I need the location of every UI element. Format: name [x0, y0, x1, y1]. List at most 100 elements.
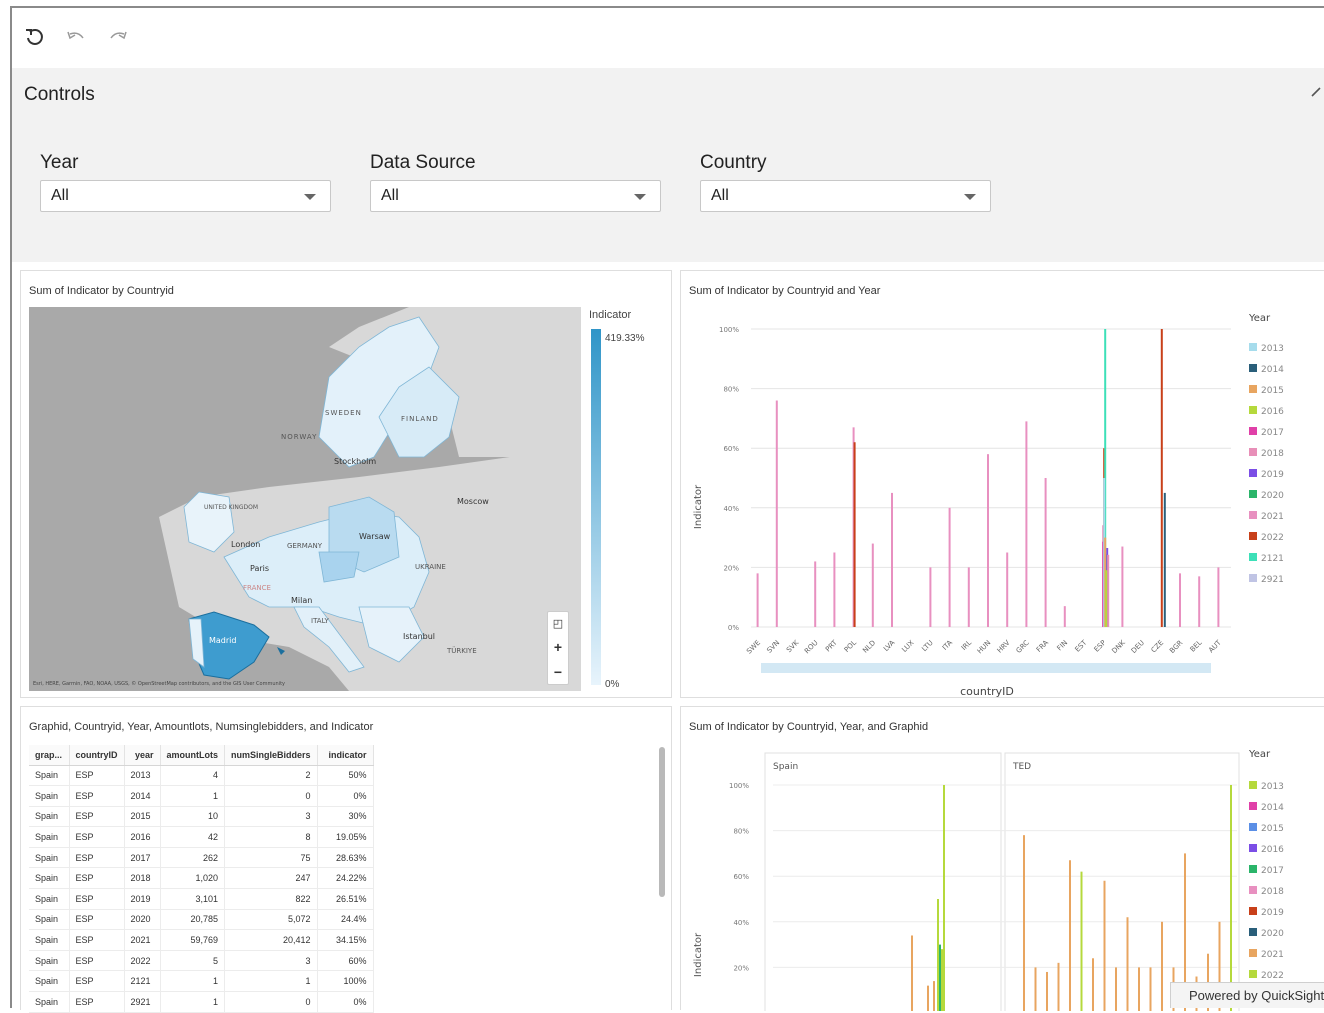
bar-chart[interactable]: 0% 20% 40% 60% 80% 100% Indicator SWE SVN SVK ROU P…: [681, 307, 1324, 699]
data-table: grap... countryID year amountLots numSingleB…: [29, 745, 374, 1013]
table-row[interactable]: Spain ESP 2022 5 3 60%: [29, 950, 374, 972]
table-cell: 1: [160, 970, 226, 993]
x-tick-label: SWE: [745, 639, 762, 656]
bar-2018: [1107, 554, 1110, 627]
quicksight-badge[interactable]: Powered by QuickSight: [1170, 982, 1324, 1008]
map-label: UNITED KINGDOM: [204, 504, 258, 511]
table-cell: 3: [224, 950, 318, 972]
legend-swatch: [1249, 865, 1257, 873]
table-cell: 0%: [317, 991, 374, 1013]
country-label: Country: [700, 152, 767, 173]
facet-spain-frame: [764, 752, 1002, 1011]
table-cell: 2020: [124, 909, 161, 931]
map-label: ITALY: [311, 617, 330, 625]
table-row[interactable]: Spain ESP 2021 59,769 20,412 34.15%: [29, 929, 374, 951]
table-cell: 2019: [124, 888, 161, 910]
bar-2021: [948, 507, 951, 627]
y-tick-label: 100%: [719, 326, 739, 334]
x-tick-label: HUN: [976, 639, 993, 656]
bar-2021: [775, 400, 778, 627]
table-cell: Spain: [29, 888, 70, 910]
table-cell: 75: [224, 847, 318, 869]
legend-swatch: [1249, 490, 1257, 498]
table-row[interactable]: Spain ESP 2017 262 75 28.63%: [29, 847, 374, 869]
table-cell: 2121: [124, 970, 161, 993]
table-cell: 2: [224, 765, 318, 787]
table-row[interactable]: Spain ESP 2121 1 1 100%: [29, 970, 374, 993]
legend-swatch: [1249, 406, 1257, 414]
legend-swatch: [1249, 427, 1257, 435]
map-label: TÜRKIYE: [446, 646, 477, 655]
table-cell: 1,020: [160, 867, 226, 890]
facet-bar: [1080, 871, 1083, 1011]
legend-label: 2018: [1261, 449, 1284, 459]
data-source-select[interactable]: All: [370, 180, 661, 212]
table-cell: 20,785: [160, 909, 226, 931]
toolbar: [12, 8, 1324, 66]
column-header[interactable]: countryID: [69, 745, 125, 766]
legend-swatch: [1249, 823, 1257, 831]
fit-bounds-icon[interactable]: ◰: [553, 617, 563, 630]
x-tick-label: SVK: [785, 638, 801, 654]
table-row[interactable]: Spain ESP 2018 1,020 247 24.22%: [29, 867, 374, 890]
legend-swatch: [1249, 886, 1257, 894]
controls-title: Controls: [24, 84, 95, 105]
chevron-down-icon: [304, 194, 316, 200]
x-tick-label: ESP: [1093, 639, 1108, 654]
facet-chart-title: Sum of Indicator by Countryid, Year, and…: [689, 721, 929, 733]
legend-label: 2921: [1261, 575, 1284, 585]
x-tick-label: DEU: [1130, 639, 1146, 655]
table-scrollbar[interactable]: [659, 747, 665, 897]
facet-bar: [941, 949, 943, 1011]
bar-2014: [1163, 492, 1166, 627]
undo-icon[interactable]: [66, 30, 86, 44]
table-row[interactable]: Spain ESP 2921 1 0 0%: [29, 991, 374, 1013]
collapse-chevron-icon[interactable]: [1310, 82, 1324, 102]
table-header-row: grap... countryID year amountLots numSingleB…: [29, 745, 374, 766]
zoom-in-icon[interactable]: +: [554, 639, 562, 655]
facet-bar: [1161, 921, 1163, 1011]
redo-icon[interactable]: [108, 30, 128, 44]
table-row[interactable]: Spain ESP 2020 20,785 5,072 24.4%: [29, 909, 374, 931]
table-cell: 26.51%: [317, 888, 374, 910]
y-axis-label: Indicator: [693, 484, 704, 529]
x-tick-label: SVN: [765, 639, 781, 655]
map-label: UKRAINE: [415, 563, 446, 571]
facet-bar: [911, 935, 913, 1011]
zoom-out-icon[interactable]: −: [554, 664, 562, 680]
table-row[interactable]: Spain ESP 2016 42 8 19.05%: [29, 826, 374, 848]
data-source-value: All: [381, 187, 399, 204]
table-cell: 2015: [124, 806, 161, 828]
x-tick-label: LTU: [920, 639, 934, 653]
table-cell: 822: [224, 888, 318, 910]
column-header[interactable]: year: [124, 745, 161, 766]
table-cell: 34.15%: [317, 929, 374, 951]
legend-label: 2016: [1261, 407, 1284, 417]
table-cell: 59,769: [160, 929, 226, 951]
table-cell: ESP: [69, 970, 125, 993]
table-cell: ESP: [69, 806, 125, 828]
map-label: FRANCE: [243, 584, 271, 592]
facet-chart[interactable]: Spain TED 20% 40% 60% 80% 100% Indicator Year 201…: [681, 743, 1324, 1011]
column-header[interactable]: grap...: [29, 745, 70, 766]
table-row[interactable]: Spain ESP 2015 10 3 30%: [29, 806, 374, 828]
europe-map[interactable]: SWEDEN FINLAND NORWAY Stockholm Moscow U…: [29, 307, 581, 691]
reset-icon[interactable]: [24, 27, 44, 47]
table-row[interactable]: Spain ESP 2013 4 2 50%: [29, 765, 374, 787]
table-cell: 28.63%: [317, 847, 374, 869]
year-select[interactable]: All: [40, 180, 331, 212]
facet-bar: [1023, 835, 1025, 1011]
column-header[interactable]: numSingleBidders: [224, 745, 318, 766]
table-row[interactable]: Spain ESP 2019 3,101 822 26.51%: [29, 888, 374, 910]
bar-2022: [853, 442, 856, 627]
table-row[interactable]: Spain ESP 2014 1 0 0%: [29, 785, 374, 807]
column-header[interactable]: indicator: [317, 745, 374, 766]
chevron-down-icon: [634, 194, 646, 200]
table-cell: Spain: [29, 867, 70, 890]
table-cell: Spain: [29, 991, 70, 1013]
table-cell: 100%: [317, 970, 374, 993]
legend-title: Year: [1248, 313, 1271, 324]
table-cell: Spain: [29, 909, 70, 931]
country-select[interactable]: All: [700, 180, 991, 212]
column-header[interactable]: amountLots: [160, 745, 226, 766]
